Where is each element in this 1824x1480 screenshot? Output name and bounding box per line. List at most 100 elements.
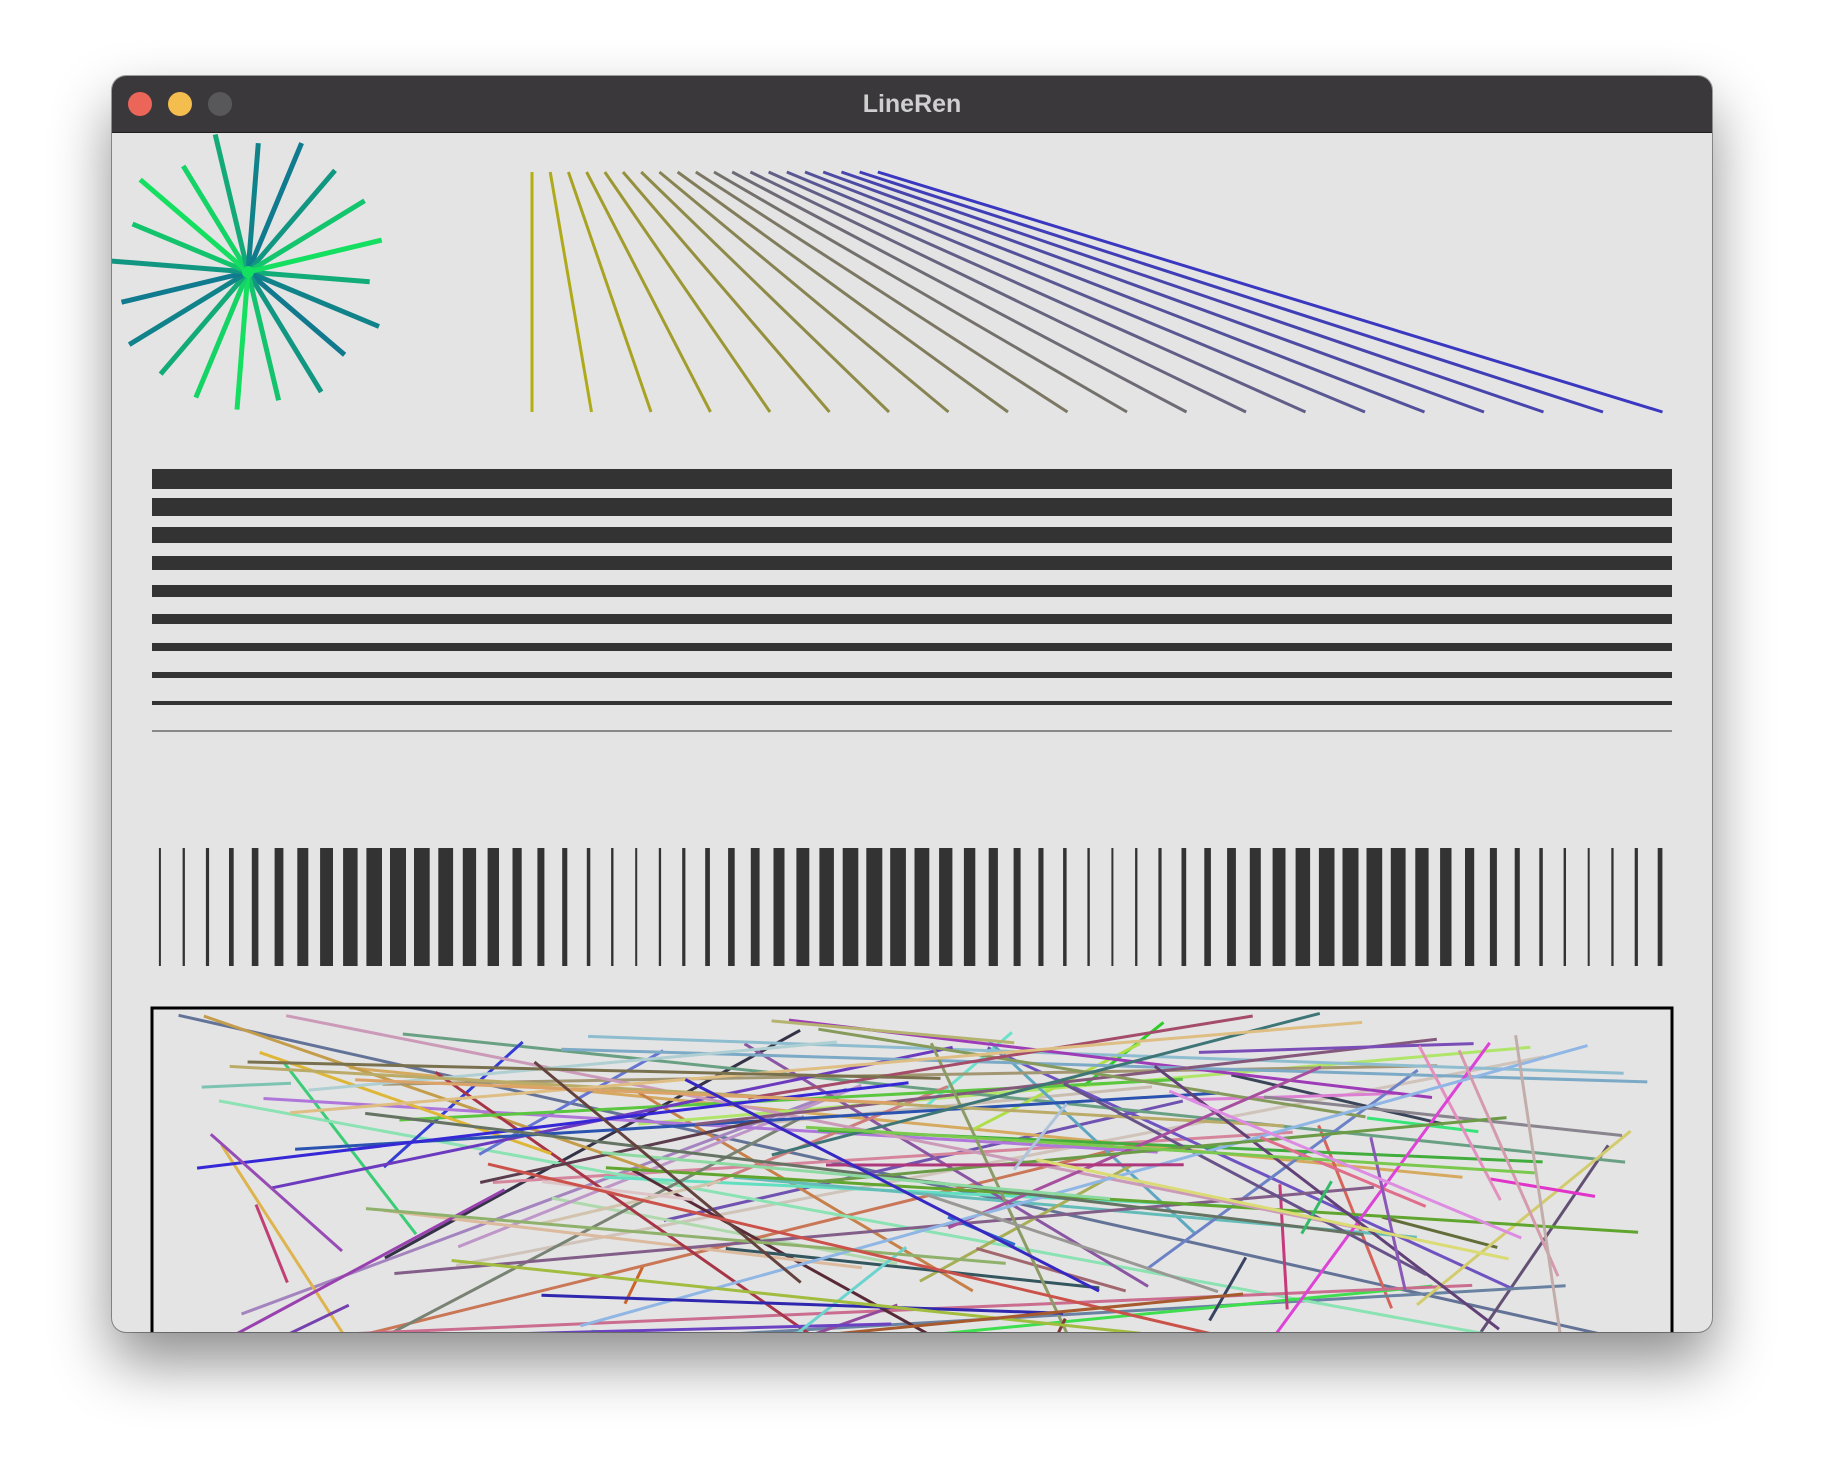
- vertical-bar: [1539, 848, 1543, 966]
- star-burst: [112, 133, 383, 410]
- vertical-bar: [842, 848, 859, 966]
- random-line: [771, 1019, 1015, 1045]
- vertical-bar: [1158, 848, 1162, 966]
- horizontal-line: [152, 585, 1672, 597]
- vertical-bar: [251, 848, 259, 966]
- vertical-bar: [658, 848, 662, 966]
- vertical-bar: [819, 848, 834, 966]
- fan-line: [585, 171, 712, 413]
- app-window: LineRen: [112, 76, 1712, 1332]
- vertical-bar: [1135, 848, 1138, 966]
- fan-lines: [530, 170, 1663, 414]
- vertical-bar: [1390, 848, 1406, 966]
- fan-line: [767, 170, 1307, 414]
- fan-line: [804, 170, 1426, 414]
- vertical-bar: [635, 848, 638, 966]
- vertical-bar: [1249, 848, 1261, 966]
- vertical-bar: [562, 848, 568, 966]
- star-center: [242, 266, 254, 278]
- horizontal-line: [152, 498, 1672, 516]
- vertical-bar: [366, 848, 382, 966]
- vertical-bar: [890, 848, 906, 966]
- render-canvas: [112, 132, 1712, 1332]
- horizontal-line: [152, 527, 1672, 543]
- vertical-bar: [728, 848, 735, 966]
- vertical-bar: [205, 848, 210, 966]
- vertical-bar: [1087, 848, 1090, 966]
- vertical-bar: [750, 848, 760, 966]
- fan-line: [694, 170, 1069, 414]
- vertical-bar: [438, 848, 454, 966]
- vertical-bar: [274, 848, 284, 966]
- vertical-bar: [462, 848, 477, 966]
- vertical-bar: [866, 848, 883, 966]
- vertical-bar: [1295, 848, 1311, 966]
- vertical-bar: [297, 848, 309, 966]
- vertical-bar: [773, 848, 785, 966]
- vertical-bar: [1366, 848, 1383, 966]
- horizontal-line: [152, 614, 1672, 624]
- vertical-bar: [320, 848, 333, 966]
- vertical-bar: [414, 848, 430, 966]
- star-spoke: [245, 270, 324, 394]
- vertical-bar: [682, 848, 686, 966]
- vertical-bar: [1415, 848, 1429, 966]
- vertical-bar: [229, 848, 234, 966]
- vertical-bar: [1013, 848, 1021, 966]
- vertical-bars: [158, 848, 1663, 966]
- vertical-bar: [1272, 848, 1286, 966]
- vertical-bar: [586, 848, 591, 966]
- vertical-bar: [1611, 848, 1614, 966]
- random-line: [201, 1081, 292, 1089]
- vertical-bar: [1587, 848, 1590, 966]
- fan-line: [658, 170, 950, 414]
- vertical-bar: [158, 848, 161, 966]
- horizontal-line: [152, 730, 1672, 732]
- vertical-bar: [988, 848, 998, 966]
- vertical-bar: [512, 848, 522, 966]
- horizontal-line: [152, 701, 1672, 705]
- vertical-bar: [939, 848, 953, 966]
- random-line: [254, 1204, 289, 1284]
- vertical-bar: [1657, 848, 1663, 966]
- vertical-bar: [1038, 848, 1044, 966]
- vertical-bar: [1465, 848, 1475, 966]
- vertical-bar: [487, 848, 499, 966]
- fan-line: [603, 171, 772, 413]
- vertical-bar: [963, 848, 976, 966]
- window-title: LineRen: [862, 90, 962, 118]
- vertical-bar: [1342, 848, 1359, 966]
- fan-line: [786, 170, 1366, 414]
- vertical-bar: [705, 848, 710, 966]
- title-bar[interactable]: LineRen: [112, 76, 1712, 133]
- random-line: [1278, 1184, 1289, 1310]
- vertical-bar: [1111, 848, 1114, 966]
- vertical-bar: [1489, 848, 1497, 966]
- vertical-bar: [1563, 848, 1566, 966]
- vertical-bar: [343, 848, 358, 966]
- vertical-bar: [1181, 848, 1187, 966]
- vertical-bar: [537, 848, 545, 966]
- fan-line: [840, 170, 1544, 414]
- vertical-bar: [611, 848, 614, 966]
- horizontal-line: [152, 643, 1672, 651]
- fan-line: [859, 170, 1604, 414]
- random-lines-panel: [150, 1006, 1674, 1332]
- vertical-bar: [796, 848, 810, 966]
- vertical-bar: [1318, 848, 1335, 966]
- vertical-bar: [914, 848, 930, 966]
- vertical-bar: [1514, 848, 1520, 966]
- vertical-bar: [1063, 848, 1067, 966]
- horizontal-line: [152, 556, 1672, 570]
- vertical-bar: [1204, 848, 1211, 966]
- horizontal-line: [152, 469, 1672, 489]
- horizontal-lines: [152, 469, 1672, 732]
- vertical-bar: [1634, 848, 1638, 966]
- star-spoke: [127, 269, 250, 347]
- vertical-bar: [1440, 848, 1452, 966]
- fan-line: [566, 171, 653, 413]
- vertical-bar: [1227, 848, 1236, 966]
- vertical-bar: [390, 848, 406, 966]
- horizontal-line: [152, 672, 1672, 678]
- fan-line: [548, 171, 593, 413]
